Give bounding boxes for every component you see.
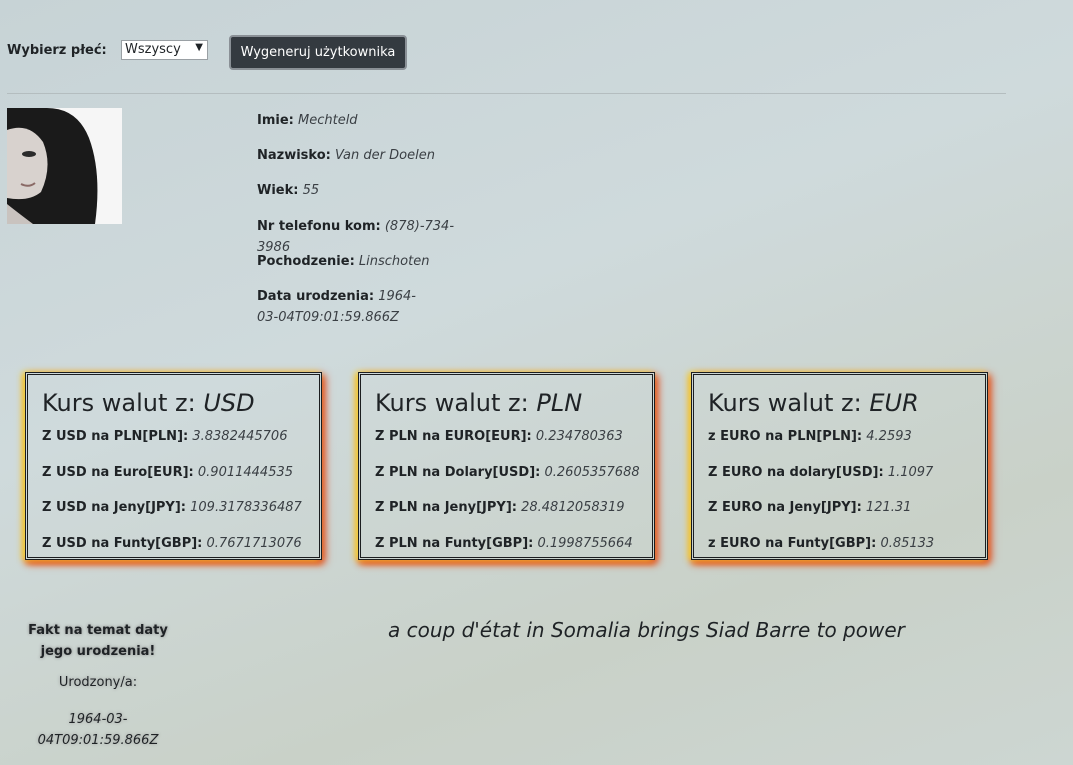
avatar (7, 108, 122, 224)
rates-card-title: Kurs walut z: PLN (375, 389, 583, 417)
fact-title: Fakt na temat daty jego urodzenia! (28, 623, 168, 659)
gender-label: Wybierz płeć: (7, 43, 107, 58)
user-birthdate: Data urodzenia: 1964-03-04T09:01:59.866Z (257, 289, 416, 325)
rate-item: Z USD na Euro[EUR]: 0.9011444535 (42, 465, 294, 480)
born-label: Urodzony/a: (58, 675, 138, 690)
rate-item: Z PLN na Jeny[JPY]: 28.4812058319 (375, 500, 625, 515)
rate-item: Z PLN na Funty[GBP]: 0.1998755664 (375, 536, 633, 551)
rates-card-title: Kurs walut z: EUR (708, 389, 919, 417)
rate-item: Z EURO na dolary[USD]: 1.1097 (708, 465, 934, 480)
rate-item: Z EURO na Jeny[JPY]: 121.31 (708, 500, 912, 515)
rates-card-usd: Kurs walut z: USD Z USD na PLN[PLN]: 3.8… (25, 372, 322, 560)
gender-select-value: Wszyscy (125, 42, 181, 57)
generate-user-button[interactable]: Wygeneruj użytkownika (229, 35, 407, 70)
user-origin: Pochodzenie: Linschoten (257, 254, 430, 269)
rate-item: Z USD na Jeny[JPY]: 109.3178336487 (42, 500, 302, 515)
rate-item: Z USD na PLN[PLN]: 3.8382445706 (42, 429, 288, 444)
born-value: 1964-03-04T09:01:59.866Z (37, 712, 159, 748)
rate-item: z EURO na Funty[GBP]: 0.85133 (708, 536, 935, 551)
rate-item: Z PLN na EURO[EUR]: 0.234780363 (375, 429, 623, 444)
user-first-name: Imie: Mechteld (257, 113, 358, 128)
controls-bar: Wybierz płeć: Wszyscy ▼ Wygeneruj użytko… (7, 35, 1007, 71)
rates-card-eur: Kurs walut z: EUR z EURO na PLN[PLN]: 4.… (691, 372, 988, 560)
rates-card-pln: Kurs walut z: PLN Z PLN na EURO[EUR]: 0.… (358, 372, 655, 560)
gender-select[interactable]: Wszyscy ▼ (121, 40, 208, 60)
rate-item: Z USD na Funty[GBP]: 0.7671713076 (42, 536, 302, 551)
user-last-name: Nazwisko: Van der Doelen (257, 148, 435, 163)
rate-item: z EURO na PLN[PLN]: 4.2593 (708, 429, 912, 444)
divider (7, 93, 1006, 94)
user-age: Wiek: 55 (257, 183, 320, 198)
rates-card-title: Kurs walut z: USD (42, 389, 255, 417)
birth-fact-text: a coup d'état in Somalia brings Siad Bar… (388, 618, 905, 642)
dropdown-arrow-icon: ▼ (195, 42, 203, 53)
rate-item: Z PLN na Dolary[USD]: 0.2605357688 (375, 465, 640, 480)
